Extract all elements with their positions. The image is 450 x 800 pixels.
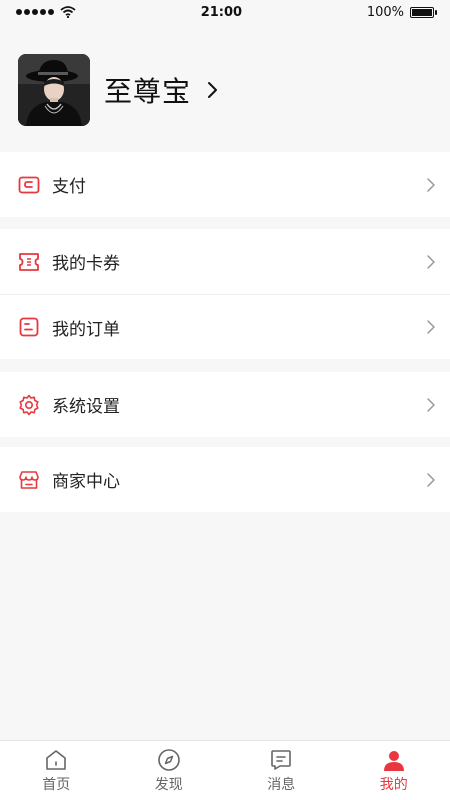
menu-item-coupons[interactable]: 我的卡券 bbox=[0, 229, 450, 294]
tab-label: 发现 bbox=[154, 776, 183, 793]
wallet-icon bbox=[18, 174, 40, 196]
user-icon bbox=[383, 750, 404, 771]
chevron-right-icon bbox=[427, 177, 435, 192]
menu-group-merchant: 商家中心 bbox=[0, 447, 450, 512]
tab-me[interactable]: 我的 bbox=[338, 748, 450, 794]
profile-header[interactable]: 至尊宝 bbox=[0, 40, 450, 140]
screen: 21:00 100% 至尊宝 支付 我的卡券 我的订单 系统设置 商家中心 首页… bbox=[0, 0, 450, 800]
tab-discover[interactable]: 发现 bbox=[113, 748, 225, 794]
gear-icon bbox=[18, 394, 40, 416]
menu-group-payment: 支付 bbox=[0, 152, 450, 217]
coupon-icon bbox=[18, 251, 40, 273]
menu-item-orders[interactable]: 我的订单 bbox=[0, 294, 450, 359]
store-icon bbox=[18, 469, 40, 491]
menu-item-settings[interactable]: 系统设置 bbox=[0, 372, 450, 437]
menu-item-merchant-center[interactable]: 商家中心 bbox=[0, 447, 450, 512]
tab-home[interactable]: 首页 bbox=[0, 748, 112, 794]
avatar[interactable] bbox=[18, 54, 90, 126]
chevron-right-icon bbox=[427, 320, 435, 334]
home-icon bbox=[46, 749, 67, 770]
menu-group-account: 我的卡券 我的订单 bbox=[0, 229, 450, 359]
battery-fill bbox=[412, 8, 432, 16]
order-icon bbox=[18, 316, 40, 338]
user-name[interactable]: 至尊宝 bbox=[104, 70, 191, 110]
chevron-right-icon bbox=[427, 254, 435, 269]
menu-item-label: 我的卡券 bbox=[52, 254, 120, 274]
status-right: 100% bbox=[366, 4, 437, 20]
status-left bbox=[16, 6, 76, 18]
menu-item-label: 我的订单 bbox=[52, 319, 120, 340]
wifi-icon bbox=[60, 6, 76, 18]
status-time: 21:00 bbox=[200, 4, 243, 20]
chevron-right-icon bbox=[427, 397, 435, 412]
chevron-right-icon[interactable] bbox=[205, 80, 219, 100]
menu-item-payment[interactable]: 支付 bbox=[0, 152, 450, 217]
tab-bar: 首页 发现 消息 我的 bbox=[0, 740, 450, 800]
tab-messages[interactable]: 消息 bbox=[225, 748, 337, 794]
battery-icon bbox=[410, 6, 437, 18]
menu-item-label: 支付 bbox=[52, 177, 86, 197]
message-icon bbox=[271, 749, 292, 770]
signal-strength-icon bbox=[16, 9, 54, 15]
chevron-right-icon bbox=[427, 472, 435, 487]
compass-icon bbox=[157, 748, 180, 771]
menu-item-label: 系统设置 bbox=[52, 397, 120, 417]
avatar-image bbox=[18, 54, 90, 126]
battery-percent: 100% bbox=[366, 4, 404, 20]
status-bar: 21:00 100% bbox=[0, 0, 450, 24]
tab-label: 首页 bbox=[42, 776, 71, 793]
tab-label: 消息 bbox=[267, 776, 296, 793]
tab-label: 我的 bbox=[379, 776, 408, 793]
menu-group-settings: 系统设置 bbox=[0, 372, 450, 437]
menu-item-label: 商家中心 bbox=[52, 472, 120, 492]
